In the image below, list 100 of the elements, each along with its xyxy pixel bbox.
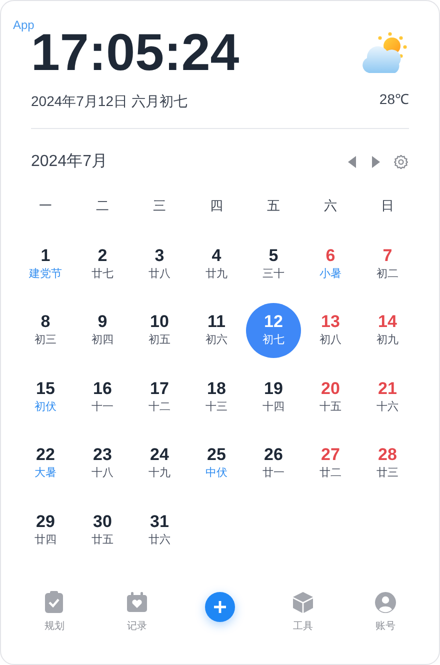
calendar-day[interactable]: 26 廿一 <box>246 436 301 491</box>
day-number: 3 <box>154 246 164 266</box>
calendar-day[interactable]: 30 廿五 <box>75 502 130 558</box>
lunar-date: 廿三 <box>376 466 398 482</box>
day-number: 28 <box>378 445 397 466</box>
nav-label: 工具 <box>292 620 313 634</box>
calendar-day[interactable]: 21 十六 <box>360 369 415 424</box>
calendar-day[interactable]: 11 初六 <box>189 302 244 358</box>
calendar-day[interactable]: 20 十五 <box>303 369 358 424</box>
lunar-date: 十四 <box>262 400 284 415</box>
lunar-date: 初三 <box>34 332 56 348</box>
nav-label: 规划 <box>44 620 64 634</box>
lunar-date: 初八 <box>320 332 342 348</box>
lunar-date: 大暑 <box>34 466 56 482</box>
calendar-day[interactable]: 10 初五 <box>132 302 187 358</box>
calendar-day[interactable]: 13 初八 <box>303 302 358 358</box>
lunar-date: 十三 <box>206 400 228 415</box>
weekday-label: 二 <box>95 197 110 215</box>
calendar-day[interactable]: 28 廿三 <box>360 436 415 491</box>
cube-icon <box>292 592 313 612</box>
day-number: 5 <box>268 246 278 266</box>
lunar-date: 十九 <box>148 466 170 482</box>
calendar-day[interactable]: 4 廿九 <box>189 236 244 292</box>
lunar-date: 廿五 <box>92 532 114 548</box>
calendar-day[interactable]: 18 十三 <box>189 369 244 424</box>
clipboard-check-icon <box>45 591 64 613</box>
nav-label: 账号 <box>376 620 396 634</box>
user-circle-icon <box>375 592 396 612</box>
day-number: 22 <box>36 445 55 466</box>
lunar-date: 初四 <box>92 332 114 348</box>
day-number: 9 <box>98 312 108 332</box>
lunar-date: 三十 <box>262 266 284 282</box>
calendar-day[interactable]: 16 十一 <box>75 369 130 424</box>
day-number: 26 <box>264 445 283 466</box>
nav-label: 记录 <box>127 620 148 634</box>
day-number: 13 <box>321 312 340 332</box>
lunar-date: 廿四 <box>34 532 56 548</box>
day-number: 21 <box>378 378 397 399</box>
calendar-day[interactable]: 3 廿八 <box>132 236 187 292</box>
day-number: 12 <box>264 312 283 332</box>
calendar-day[interactable]: 22 大暑 <box>18 436 73 491</box>
calendar-day[interactable]: 25 中伏 <box>189 436 244 491</box>
lunar-date: 十五 <box>320 400 342 415</box>
day-number: 8 <box>40 312 50 332</box>
calendar-day[interactable]: 19 十四 <box>246 369 301 424</box>
settings-button[interactable] <box>393 154 409 170</box>
lunar-date: 廿二 <box>320 466 342 482</box>
day-number: 14 <box>378 312 397 332</box>
day-number: 25 <box>207 445 226 466</box>
calendar-day[interactable]: 24 十九 <box>132 436 187 491</box>
calendar-day[interactable]: 5 三十 <box>246 236 301 292</box>
day-number: 23 <box>93 445 112 466</box>
lunar-date: 廿七 <box>92 266 114 282</box>
lunar-date: 初二 <box>376 266 398 282</box>
calendar-day[interactable]: 15 初伏 <box>18 369 73 424</box>
lunar-date: 廿九 <box>206 266 228 282</box>
month-title: 2024年7月 <box>31 152 108 172</box>
calendar-day[interactable]: 2 廿七 <box>75 236 130 292</box>
add-button[interactable] <box>204 592 235 622</box>
lunar-date: 小暑 <box>320 266 342 282</box>
app-label: App <box>13 18 34 32</box>
day-number: 1 <box>40 246 50 266</box>
calendar-day[interactable]: 8 初三 <box>18 302 73 358</box>
day-number: 27 <box>321 445 340 466</box>
day-number: 2 <box>98 246 108 266</box>
day-number: 11 <box>208 312 226 332</box>
lunar-date: 十八 <box>92 466 114 482</box>
lunar-date: 廿一 <box>262 466 284 482</box>
day-number: 30 <box>93 512 112 532</box>
day-number: 16 <box>93 378 112 399</box>
lunar-date: 廿八 <box>148 266 170 282</box>
calendar-day[interactable]: 6 小暑 <box>303 236 358 292</box>
calendar-day[interactable]: 27 廿二 <box>303 436 358 491</box>
calendar-day[interactable]: 9 初四 <box>75 302 130 358</box>
day-number: 18 <box>207 378 226 399</box>
calendar-day[interactable]: 7 初二 <box>360 236 415 292</box>
lunar-date: 建党节 <box>29 266 62 282</box>
lunar-date: 十六 <box>376 400 398 415</box>
calendar-day[interactable]: 29 廿四 <box>18 502 73 558</box>
weekday-label: 日 <box>380 197 395 215</box>
lunar-date: 初九 <box>376 332 398 348</box>
calendar-day[interactable]: 17 十二 <box>132 369 187 424</box>
weekday-label: 一 <box>38 197 53 215</box>
calendar-day[interactable]: 23 十八 <box>75 436 130 491</box>
day-number: 10 <box>150 312 169 332</box>
day-number: 15 <box>36 378 55 399</box>
lunar-date: 廿六 <box>148 532 170 548</box>
lunar-date: 初六 <box>206 332 228 348</box>
day-number: 7 <box>382 246 392 266</box>
weekday-label: 六 <box>323 197 338 215</box>
lunar-date: 初七 <box>262 332 284 348</box>
date-text: 2024年7月12日 六月初七 <box>31 92 188 111</box>
sun-cloud-icon <box>361 31 409 75</box>
calendar-day[interactable]: 14 初九 <box>360 302 415 358</box>
calendar-day[interactable]: 31 廿六 <box>132 502 187 558</box>
day-number: 31 <box>150 512 169 532</box>
weekday-label: 五 <box>266 197 281 215</box>
calendar-day[interactable]: 1 建党节 <box>18 236 73 292</box>
lunar-date: 十二 <box>148 400 170 415</box>
lunar-date: 十一 <box>92 400 114 415</box>
